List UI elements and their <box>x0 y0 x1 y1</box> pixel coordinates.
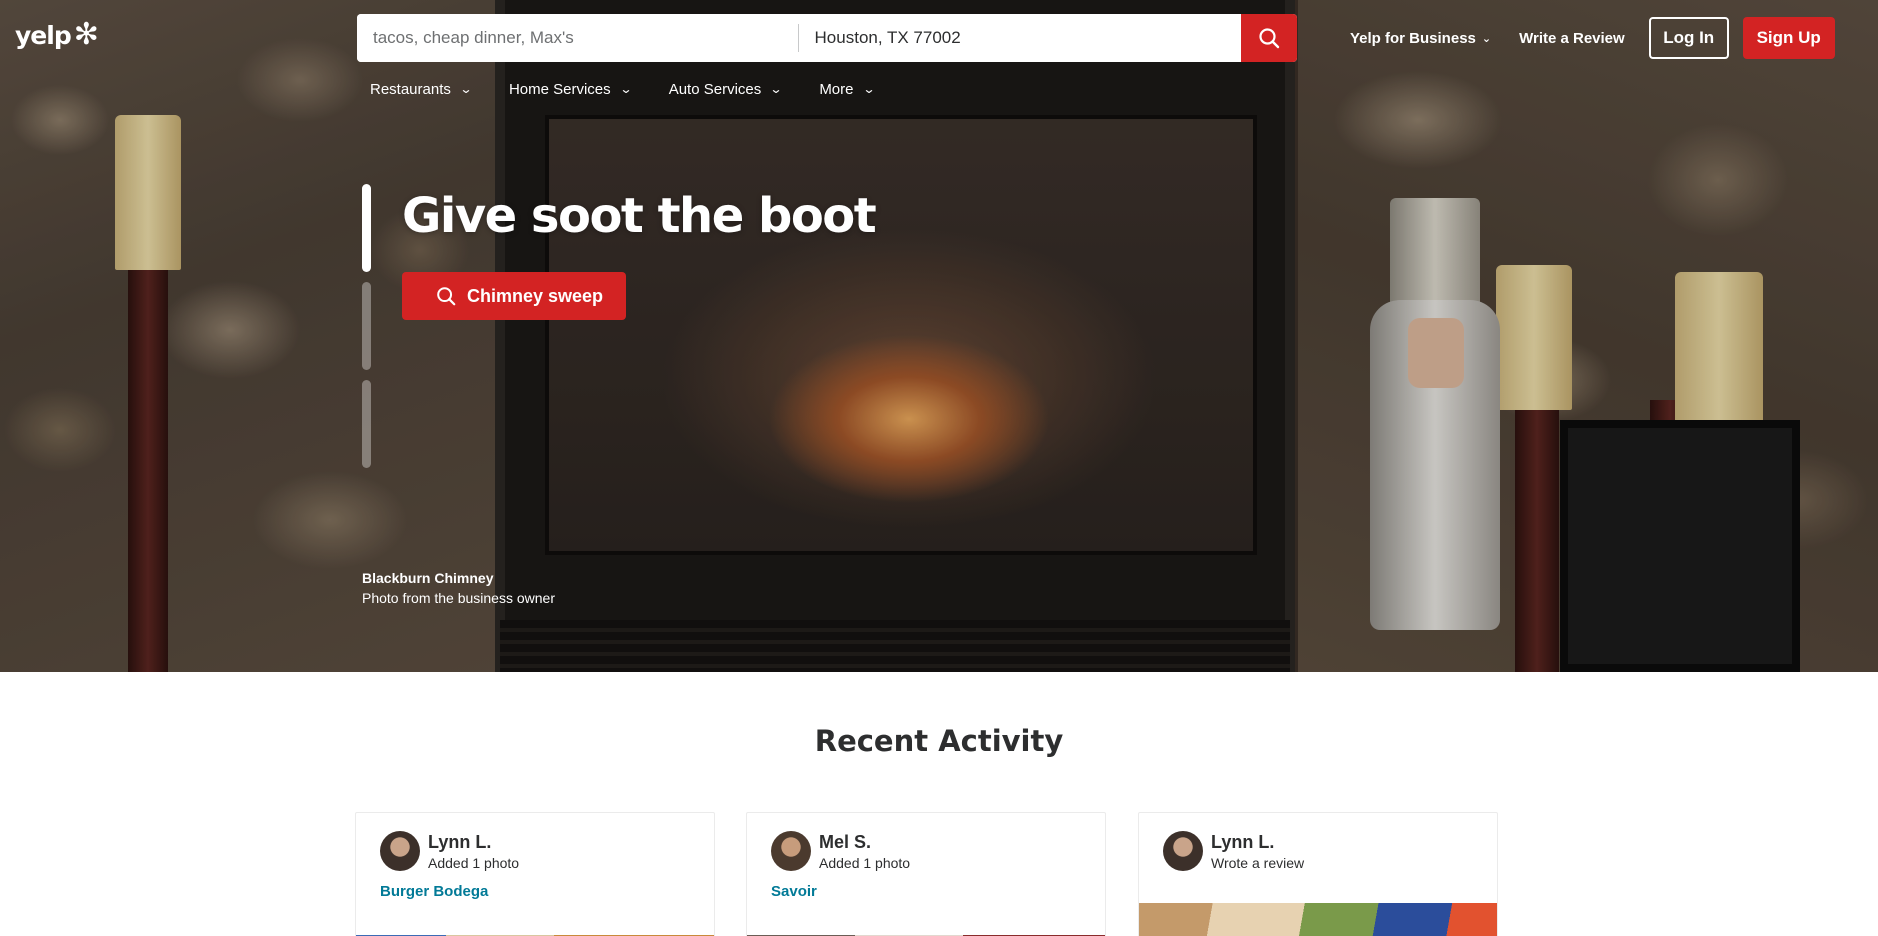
user-action: Wrote a review <box>1211 854 1305 871</box>
search-button[interactable] <box>1241 14 1297 62</box>
recent-activity-title: Recent Activity <box>814 724 1064 758</box>
avatar[interactable] <box>1163 831 1203 871</box>
chevron-down-icon: ⌄ <box>459 82 473 96</box>
category-label: More <box>819 80 854 98</box>
user-name[interactable]: Mel S. <box>819 832 910 852</box>
yelp-logo[interactable]: yelp ✻ <box>15 20 99 50</box>
chevron-down-icon: ⌄ <box>861 82 876 96</box>
yelp-for-business-label: Yelp for Business <box>1350 29 1476 47</box>
logo-wordmark: yelp <box>15 20 72 50</box>
category-restaurants[interactable]: Restaurants ⌄ <box>370 78 473 100</box>
slide-indicator-1[interactable] <box>362 184 371 272</box>
hero-photo <box>0 0 1878 672</box>
chevron-down-icon: ⌄ <box>769 82 783 96</box>
user-action: Added 1 photo <box>428 854 520 871</box>
category-home-services[interactable]: Home Services ⌄ <box>508 78 633 100</box>
slide-indicator-2[interactable] <box>362 282 371 370</box>
activity-photo[interactable] <box>1139 903 1497 936</box>
hero-title: Give soot the boot <box>402 188 877 244</box>
category-label: Restaurants <box>370 80 451 98</box>
search-icon <box>1257 26 1281 50</box>
search-icon <box>435 285 457 307</box>
user-name[interactable]: Lynn L. <box>428 832 519 852</box>
near-input[interactable] <box>798 14 1242 62</box>
user-action: Added 1 photo <box>819 854 911 871</box>
yelp-for-business-link[interactable]: Yelp for Business ⌄ <box>1350 30 1491 47</box>
user-name[interactable]: Lynn L. <box>1211 832 1304 852</box>
chevron-down-icon: ⌄ <box>619 82 633 96</box>
avatar[interactable] <box>380 831 420 871</box>
business-link[interactable]: Savoir <box>747 871 1105 900</box>
find-input[interactable] <box>357 14 798 62</box>
activity-card[interactable]: Lynn L. Added 1 photo Burger Bodega <box>355 812 715 936</box>
activity-card[interactable]: Mel S. Added 1 photo Savoir <box>746 812 1106 936</box>
write-review-link[interactable]: Write a Review <box>1519 30 1625 47</box>
category-nav: Restaurants ⌄ Home Services ⌄ Auto Servi… <box>370 78 912 100</box>
hero-banner: yelp ✻ Yelp for Business ⌄ Write a Revie… <box>0 0 1878 672</box>
search-bar <box>357 14 1297 62</box>
credit-note: Photo from the business owner <box>362 590 555 606</box>
business-link[interactable]: Burger Bodega <box>356 871 714 900</box>
photo-credit: Blackburn Chimney Photo from the busines… <box>362 568 555 608</box>
slide-progress <box>362 184 371 478</box>
hero-cta-button[interactable]: Chimney sweep <box>402 272 626 320</box>
burst-icon: ✻ <box>73 18 99 51</box>
category-label: Home Services <box>508 80 611 98</box>
activity-card[interactable]: Lynn L. Wrote a review <box>1138 812 1498 936</box>
category-auto-services[interactable]: Auto Services ⌄ <box>668 78 783 100</box>
signup-button[interactable]: Sign Up <box>1742 17 1835 59</box>
hero-cta-label: Chimney sweep <box>467 285 604 306</box>
avatar[interactable] <box>771 831 811 871</box>
chevron-down-icon: ⌄ <box>1481 32 1492 45</box>
slide-indicator-3[interactable] <box>362 380 371 468</box>
credit-business-link[interactable]: Blackburn Chimney <box>362 568 555 588</box>
login-button[interactable]: Log In <box>1648 17 1729 59</box>
category-label: Auto Services <box>668 80 762 98</box>
top-nav: Yelp for Business ⌄ Write a Review Log I… <box>1350 17 1835 59</box>
category-more[interactable]: More ⌄ <box>819 78 876 100</box>
